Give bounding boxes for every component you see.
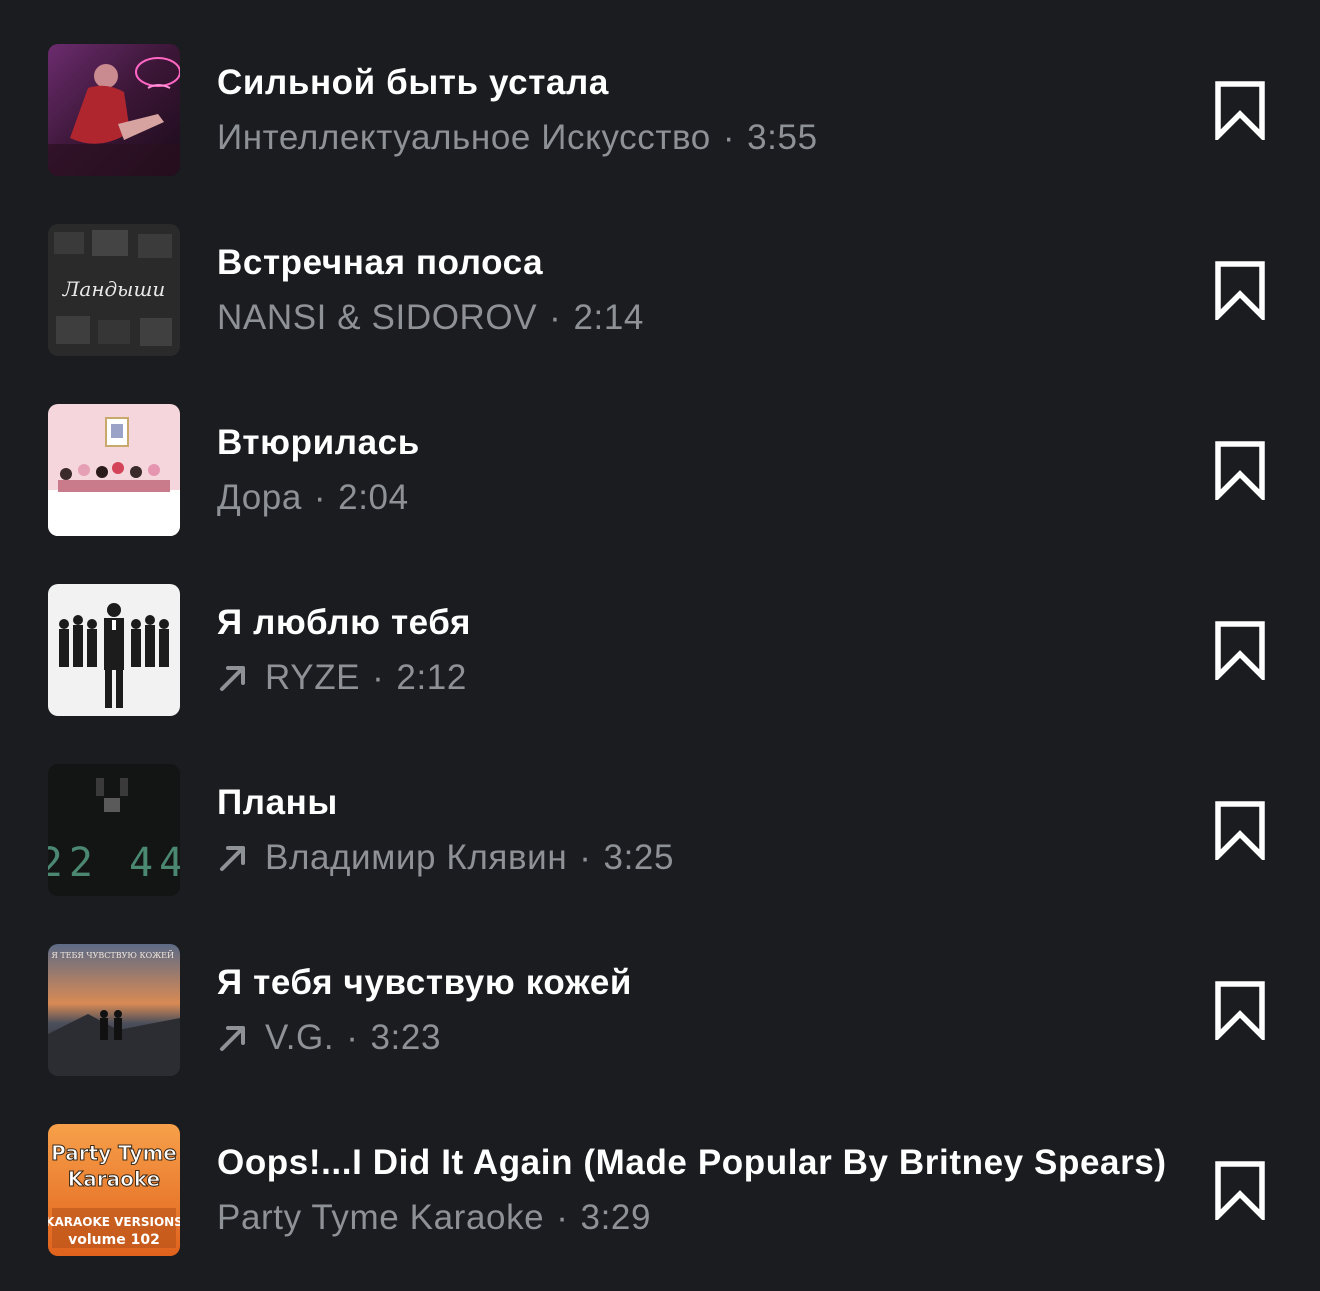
track-meta: V.G. · 3:23 [217,1013,441,1063]
bookmark-icon[interactable] [1210,620,1270,680]
track-meta: Дора · 2:04 [217,473,409,523]
track-title[interactable]: Планы [217,778,1177,828]
separator-dot: · [722,118,736,157]
track-cover[interactable]: Ландыши [48,224,180,356]
bookmark-icon[interactable] [1210,800,1270,860]
album-art-image: Party Tyme Karaoke KARAOKE VERSIONS volu… [48,1124,180,1256]
album-art-image: Я ТЕБЯ ЧУВСТВУЮ КОЖЕЙ [48,944,180,1076]
track-duration: 3:23 [370,1018,442,1057]
track-duration: 2:04 [338,478,409,517]
track-artist[interactable]: Владимир Клявин [265,833,567,883]
album-art-image [48,404,180,536]
track-row[interactable]: Я ТЕБЯ ЧУВСТВУЮ КОЖЕЙ Я тебя чувствую ко… [0,900,1320,1080]
track-meta: Party Tyme Karaoke · 3:29 [217,1193,651,1243]
track-meta: Владимир Клявин · 3:25 [217,833,674,883]
cover-text: volume 102 [68,1232,160,1248]
track-cover[interactable] [48,44,180,176]
bookmark-icon[interactable] [1210,260,1270,320]
track-artist[interactable]: RYZE [265,653,360,703]
cover-text: KARAOKE VERSIONS [48,1215,180,1229]
separator-dot: · [313,478,327,517]
cover-text: Karaoke [68,1167,160,1191]
track-artist[interactable]: Дора [217,473,302,523]
trend-up-arrow-icon [220,666,245,691]
track-row[interactable]: Втюрилась Дора · 2:04 [0,360,1320,540]
track-title[interactable]: Oops!...I Did It Again (Made Popular By … [217,1138,1177,1188]
separator-dot: · [579,838,592,877]
track-duration: 3:55 [747,118,818,157]
cover-text: Party Tyme [51,1141,177,1165]
cover-text: Я ТЕБЯ ЧУВСТВУЮ КОЖЕЙ [51,951,174,960]
track-duration: 2:14 [573,298,644,337]
trend-up-arrow-icon [220,1026,245,1051]
track-cover[interactable]: Я ТЕБЯ ЧУВСТВУЮ КОЖЕЙ [48,944,180,1076]
bookmark-icon[interactable] [1210,980,1270,1040]
track-row[interactable]: Party Tyme Karaoke KARAOKE VERSIONS volu… [0,1080,1320,1260]
bookmark-icon[interactable] [1210,1160,1270,1220]
separator-dot: · [372,658,385,697]
track-title[interactable]: Сильной быть устала [217,58,1177,108]
trend-up-arrow-icon [220,846,245,871]
bookmark-icon[interactable] [1210,80,1270,140]
track-duration: 3:25 [603,838,675,877]
track-artist[interactable]: NANSI & SIDOROV [217,293,537,343]
bookmark-icon[interactable] [1210,440,1270,500]
separator-dot: · [556,1198,569,1237]
track-meta: Интеллектуальное Искусство · 3:55 [217,113,818,163]
track-artist[interactable]: Party Tyme Karaoke [217,1193,544,1243]
track-row[interactable]: 22 44 Планы Владимир Клявин · 3:25 [0,720,1320,900]
track-meta: RYZE · 2:12 [217,653,467,703]
track-duration: 3:29 [580,1198,652,1237]
album-art-image [48,584,180,716]
track-cover[interactable] [48,404,180,536]
track-cover[interactable]: Party Tyme Karaoke KARAOKE VERSIONS volu… [48,1124,180,1256]
track-title[interactable]: Встречная полоса [217,238,1177,288]
track-title[interactable]: Я тебя чувствую кожей [217,958,1177,1008]
cover-text: Ландыши [62,277,166,301]
album-art-image: 22 44 [48,764,180,896]
track-artist[interactable]: V.G. [265,1013,334,1063]
track-artist[interactable]: Интеллектуальное Искусство [217,113,711,163]
cover-text: 22 44 [48,840,180,886]
track-row[interactable]: Ландыши Встречная полоса NANSI & SIDOROV… [0,180,1320,360]
track-cover[interactable] [48,584,180,716]
track-row[interactable]: Сильной быть устала Интеллектуальное Иск… [0,0,1320,180]
separator-dot: · [346,1018,359,1057]
album-art-image [48,44,180,176]
track-meta: NANSI & SIDOROV · 2:14 [217,293,644,343]
track-title[interactable]: Я люблю тебя [217,598,1177,648]
track-cover[interactable]: 22 44 [48,764,180,896]
album-art-image: Ландыши [48,224,180,356]
separator-dot: · [549,298,562,337]
track-duration: 2:12 [396,658,467,697]
track-title[interactable]: Втюрилась [217,418,1177,468]
track-row[interactable]: Я люблю тебя RYZE · 2:12 [0,540,1320,720]
